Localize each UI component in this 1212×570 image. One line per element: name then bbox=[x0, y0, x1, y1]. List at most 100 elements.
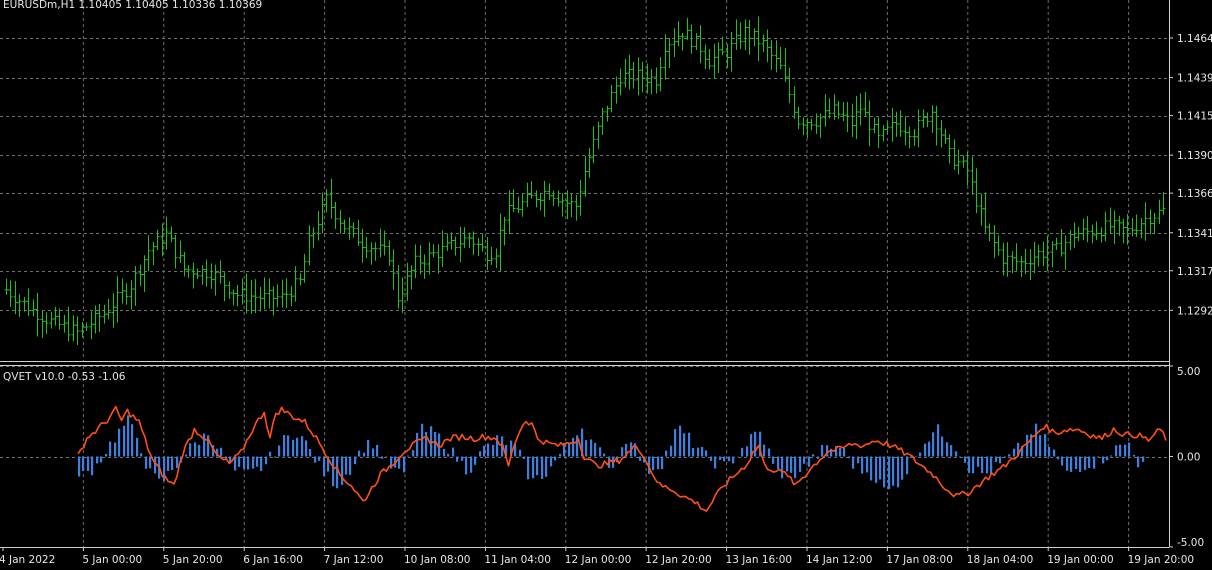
price-bar bbox=[805, 117, 810, 139]
price-bar bbox=[516, 196, 521, 214]
histogram-bar bbox=[367, 439, 370, 457]
histogram-bar bbox=[1128, 442, 1131, 457]
histogram-bar bbox=[999, 456, 1002, 464]
histogram-bar bbox=[977, 456, 980, 467]
histogram-bar bbox=[527, 456, 530, 480]
histogram-bar bbox=[883, 456, 886, 488]
histogram-bar bbox=[470, 456, 473, 473]
price-bar bbox=[17, 294, 22, 317]
histogram-bar bbox=[541, 456, 544, 479]
price-bar bbox=[841, 101, 846, 122]
price-bar bbox=[191, 262, 196, 289]
histogram-bar bbox=[425, 431, 428, 457]
price-bar bbox=[284, 278, 289, 308]
price-bar bbox=[783, 48, 788, 82]
price-bar bbox=[124, 283, 129, 305]
price-bar bbox=[672, 28, 677, 57]
histogram-bar bbox=[870, 456, 873, 481]
histogram-bar bbox=[154, 456, 157, 474]
price-bar bbox=[97, 303, 102, 332]
histogram-bar bbox=[719, 456, 722, 460]
price-bar bbox=[618, 68, 623, 96]
price-bar bbox=[663, 34, 668, 80]
price-bar bbox=[1010, 251, 1015, 274]
histogram-bar bbox=[746, 446, 749, 457]
price-bar bbox=[333, 201, 338, 229]
price-bar bbox=[120, 278, 125, 304]
histogram-bar bbox=[1026, 434, 1029, 457]
price-bar bbox=[342, 219, 347, 233]
histogram-bar bbox=[1088, 456, 1091, 469]
histogram-bar bbox=[821, 444, 824, 457]
price-bar bbox=[876, 117, 881, 148]
price-bar bbox=[440, 230, 445, 267]
histogram-bar bbox=[349, 456, 352, 475]
price-bar bbox=[1090, 224, 1095, 244]
histogram-bar bbox=[924, 443, 927, 457]
price-bar bbox=[369, 242, 374, 265]
histogram-bar bbox=[336, 456, 339, 489]
price-bar bbox=[947, 134, 952, 164]
price-bar bbox=[66, 306, 71, 342]
price-bar bbox=[31, 299, 36, 317]
histogram-bar bbox=[483, 445, 486, 457]
histogram-bar bbox=[492, 444, 495, 457]
histogram-bar bbox=[697, 447, 700, 457]
histogram-bar bbox=[674, 429, 677, 457]
histogram-bar bbox=[1084, 456, 1087, 470]
time-tick-label: 12 Jan 00:00 bbox=[565, 554, 631, 566]
price-bar bbox=[631, 61, 636, 89]
time-tick-label: 18 Jan 04:00 bbox=[967, 554, 1033, 566]
time-tick-label: 14 Jan 12:00 bbox=[806, 554, 872, 566]
price-bar bbox=[761, 34, 766, 52]
price-bar bbox=[529, 181, 534, 199]
histogram-bar bbox=[990, 456, 993, 475]
histogram-bar bbox=[123, 425, 126, 457]
price-bar bbox=[1045, 235, 1050, 271]
histogram-bar bbox=[238, 456, 241, 467]
histogram-bar bbox=[363, 452, 366, 457]
price-bar bbox=[667, 38, 672, 69]
histogram-bar bbox=[1048, 446, 1051, 457]
histogram-bar bbox=[292, 439, 295, 457]
price-bar bbox=[249, 280, 254, 314]
price-bar bbox=[378, 228, 383, 258]
price-bar bbox=[934, 105, 939, 146]
histogram-bar bbox=[100, 456, 103, 463]
histogram-bar bbox=[309, 448, 312, 457]
histogram-bar bbox=[1066, 456, 1069, 471]
price-bar bbox=[921, 109, 926, 128]
price-bar bbox=[587, 148, 592, 178]
price-bar bbox=[987, 223, 992, 242]
price-bar bbox=[89, 311, 94, 340]
price-bar bbox=[422, 254, 427, 279]
price-bar bbox=[178, 240, 183, 263]
histogram-bar bbox=[599, 447, 602, 457]
price-bar bbox=[26, 288, 31, 317]
price-bar bbox=[235, 285, 240, 307]
histogram-bar bbox=[109, 441, 112, 457]
histogram-bar bbox=[603, 453, 606, 457]
histogram-bar bbox=[296, 437, 299, 457]
price-bar bbox=[195, 268, 200, 280]
price-bar bbox=[471, 231, 476, 255]
price-bar bbox=[787, 67, 792, 104]
histogram-bar bbox=[972, 456, 975, 474]
price-bar bbox=[453, 236, 458, 256]
price-bar bbox=[231, 289, 236, 306]
histogram-bar bbox=[839, 447, 842, 457]
histogram-bar bbox=[167, 456, 170, 471]
histogram-bar bbox=[710, 456, 713, 461]
histogram-bar bbox=[318, 456, 321, 461]
histogram-bar bbox=[959, 456, 962, 458]
histogram-bar bbox=[964, 456, 967, 463]
time-tick-label: 12 Jan 20:00 bbox=[645, 554, 711, 566]
price-chart[interactable]: 1.1464 1.1439 1.1415 1.1390 1.1366 1.1341 1.13… bbox=[0, 0, 1212, 570]
price-bar bbox=[738, 22, 743, 49]
price-bar bbox=[209, 263, 214, 289]
time-tick-label: 13 Jan 16:00 bbox=[726, 554, 792, 566]
price-bar bbox=[338, 209, 343, 234]
price-bar bbox=[654, 67, 659, 94]
histogram-bar bbox=[1044, 434, 1047, 457]
histogram-bar bbox=[323, 456, 326, 477]
